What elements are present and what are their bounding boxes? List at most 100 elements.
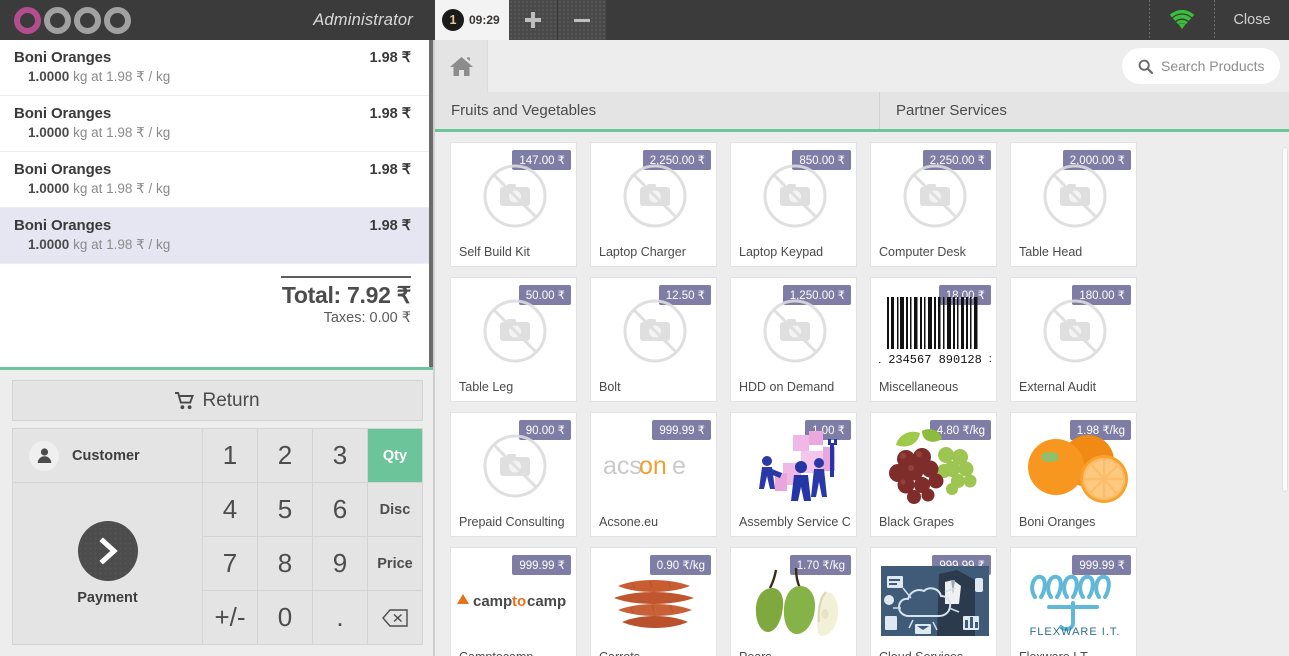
numpad-key-decimal[interactable]: . <box>313 591 368 645</box>
oranges-photo-icon <box>1027 435 1128 503</box>
product-image <box>871 155 996 237</box>
category-tab-fruits-and-vegetables[interactable]: Fruits and Vegetables <box>435 92 880 129</box>
totals-divider <box>281 276 411 278</box>
wifi-icon <box>1169 10 1195 29</box>
no-image-placeholder-icon <box>623 164 686 228</box>
order-line[interactable]: Boni Oranges 1.98 ₹ 1.0000 kg at 1.98 ₹ … <box>0 152 429 208</box>
product-card[interactable]: 147.00 ₹ Self Build Kit <box>450 142 577 267</box>
logo-letter-o3 <box>104 6 131 34</box>
product-card[interactable]: 1.98 ₹/kg Boni Oranges <box>1010 412 1137 537</box>
product-name: Miscellaneous <box>879 380 959 394</box>
order-line[interactable]: Boni Oranges 1.98 ₹ 1.0000 kg at 1.98 ₹ … <box>0 96 429 152</box>
mode-qty-button[interactable]: Qty <box>368 429 423 483</box>
product-card[interactable]: 1,250.00 ₹ HDD on Demand <box>730 277 857 402</box>
numpad-key-3[interactable]: 3 <box>313 429 368 483</box>
return-button-label: Return <box>202 389 260 411</box>
remove-order-button[interactable] <box>558 0 607 40</box>
product-card[interactable]: 999.99 ₹ acs on e Acsone.eu <box>590 412 717 537</box>
order-line-qty: 1.0000 <box>28 181 70 196</box>
product-image <box>1011 425 1136 507</box>
product-name: Computer Desk <box>879 245 966 259</box>
product-card[interactable]: 1.70 ₹/kg Pears <box>730 547 857 656</box>
order-line-detail: 1.0000 kg at 1.98 ₹ / kg <box>14 122 411 141</box>
odoo-logo[interactable] <box>0 0 160 40</box>
backspace-icon <box>382 608 408 627</box>
search-input[interactable] <box>1161 58 1271 74</box>
flexware-logo-icon: FLEXWARE I.T. <box>1029 574 1119 638</box>
numpad-key-5[interactable]: 5 <box>258 483 313 537</box>
numpad-key-4[interactable]: 4 <box>203 483 258 537</box>
product-card[interactable]: 999.99 ₹ camp to camp Camptocamp <box>450 547 577 656</box>
order-line-name: Boni Oranges <box>14 49 112 66</box>
numpad-backspace-button[interactable] <box>368 591 423 645</box>
product-image <box>591 155 716 237</box>
product-card[interactable]: 999.99 ₹ <box>870 547 997 656</box>
numpad-key-7[interactable]: 7 <box>203 537 258 591</box>
svg-text:acs: acs <box>603 452 642 480</box>
product-card[interactable]: 1.00 ₹ Assembly Service C <box>730 412 857 537</box>
person-icon <box>29 440 59 471</box>
product-card[interactable]: 850.00 ₹ Laptop Keypad <box>730 142 857 267</box>
search-products-box[interactable] <box>1122 48 1280 84</box>
user-name: Administrator <box>313 10 413 29</box>
logo-letter-o1 <box>14 6 41 34</box>
home-icon <box>449 56 473 76</box>
mode-price-button[interactable]: Price <box>368 537 423 591</box>
numpad-key-9[interactable]: 9 <box>313 537 368 591</box>
product-name: Laptop Charger <box>599 245 686 259</box>
wifi-status-button[interactable] <box>1150 10 1214 30</box>
product-card[interactable]: 2,000.00 ₹ Table Head <box>1010 142 1137 267</box>
order-line-name: Boni Oranges <box>14 105 112 122</box>
order-line[interactable]: Boni Oranges 1.98 ₹ 1.0000 kg at 1.98 ₹ … <box>0 40 429 96</box>
customer-button[interactable]: Customer <box>13 429 203 483</box>
no-image-placeholder-icon <box>483 299 546 363</box>
cloud-photo-icon <box>880 566 989 636</box>
numpad-key-2[interactable]: 2 <box>258 429 313 483</box>
product-card[interactable]: 50.00 ₹ Table Leg <box>450 277 577 402</box>
category-bar: Fruits and Vegetables Partner Services <box>435 92 1289 132</box>
category-tab-partner-services[interactable]: Partner Services <box>880 92 1289 129</box>
order-line-name: Boni Oranges <box>14 217 112 234</box>
payment-button[interactable]: Payment <box>13 483 203 645</box>
product-name: Laptop Keypad <box>739 245 824 259</box>
order-tab-active[interactable]: 1 09:29 <box>435 0 509 40</box>
numpad-key-sign[interactable]: +/- <box>203 591 258 645</box>
return-button[interactable]: Return <box>12 380 423 421</box>
order-controls: Return Customer 1 2 3 Qty Payment 4 5 6 … <box>0 380 435 645</box>
product-card[interactable]: 4.80 ₹/kg Black Grapes <box>870 412 997 537</box>
product-card[interactable]: 18.00 ₹ 1 234567 890128 > Miscellaneous <box>870 277 997 402</box>
plus-icon <box>524 11 542 29</box>
product-card[interactable]: 90.00 ₹ Prepaid Consulting <box>450 412 577 537</box>
numpad-key-1[interactable]: 1 <box>203 429 258 483</box>
products-panel: Fruits and Vegetables Partner Services 1… <box>435 40 1289 656</box>
close-button[interactable]: Close <box>1215 12 1289 28</box>
order-line-selected[interactable]: Boni Oranges 1.98 ₹ 1.0000 kg at 1.98 ₹ … <box>0 208 429 264</box>
order-time: 09:29 <box>469 13 500 27</box>
product-grid-scrollbar-thumb[interactable] <box>1282 147 1288 492</box>
product-name: Cloud Services <box>879 650 991 656</box>
product-image <box>451 425 576 507</box>
product-grid-scrollbar[interactable] <box>1281 135 1289 656</box>
product-card[interactable]: 0.90 ₹/kg <box>590 547 717 656</box>
product-card[interactable]: 2,250.00 ₹ Laptop Charger <box>590 142 717 267</box>
add-order-button[interactable] <box>509 0 558 40</box>
svg-text:to: to <box>512 593 526 610</box>
product-name: Table Head <box>1019 245 1083 259</box>
numpad-key-0[interactable]: 0 <box>258 591 313 645</box>
numpad-key-8[interactable]: 8 <box>258 537 313 591</box>
product-card[interactable]: 12.50 ₹ Bolt <box>590 277 717 402</box>
products-header <box>435 40 1289 92</box>
mode-disc-button[interactable]: Disc <box>368 483 423 537</box>
camptocamp-logo-icon: camp to camp <box>456 593 566 610</box>
home-button[interactable] <box>435 40 488 92</box>
product-image <box>591 560 716 642</box>
product-card[interactable]: 2,250.00 ₹ Computer Desk <box>870 142 997 267</box>
product-card[interactable]: 999.99 ₹ FLEXWARE I.T. <box>1010 547 1137 656</box>
product-grid-wrapper: 147.00 ₹ Self Build Kit 2,250.00 ₹ Lapto… <box>435 135 1289 656</box>
user-zone[interactable]: Administrator <box>160 0 435 40</box>
product-image <box>1011 290 1136 372</box>
svg-text:on: on <box>639 452 667 480</box>
product-card[interactable]: 180.00 ₹ External Audit <box>1010 277 1137 402</box>
numpad-key-6[interactable]: 6 <box>313 483 368 537</box>
